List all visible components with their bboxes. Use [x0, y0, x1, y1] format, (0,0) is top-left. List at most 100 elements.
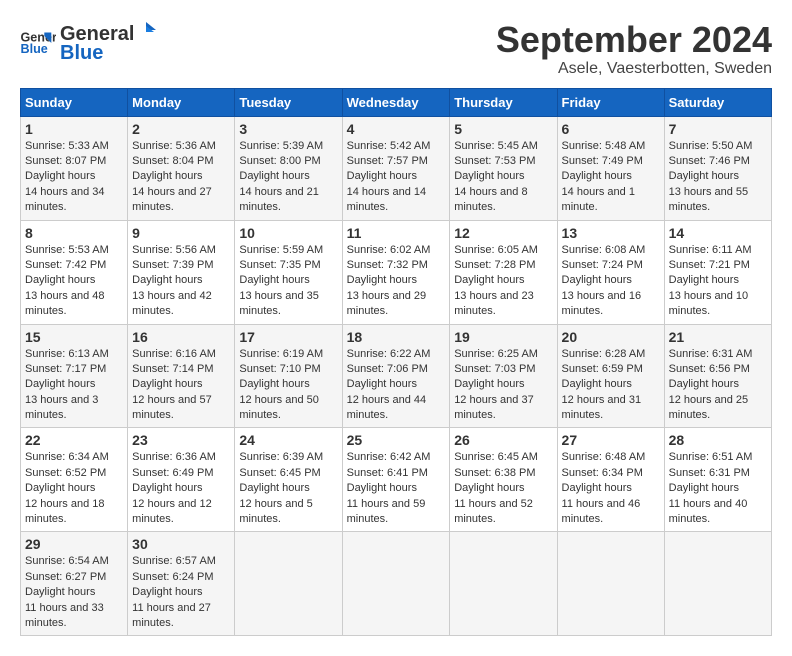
day-number: 10 [239, 225, 337, 241]
day-number: 1 [25, 121, 123, 137]
day-info: Sunrise: 5:39 AMSunset: 8:00 PMDaylight … [239, 139, 337, 216]
day-info: Sunrise: 6:05 AMSunset: 7:28 PMDaylight … [454, 243, 552, 320]
calendar-cell [664, 532, 771, 636]
day-info: Sunrise: 5:45 AMSunset: 7:53 PMDaylight … [454, 139, 552, 216]
day-info: Sunrise: 5:53 AMSunset: 7:42 PMDaylight … [25, 243, 123, 320]
day-info: Sunrise: 5:50 AMSunset: 7:46 PMDaylight … [669, 139, 767, 216]
day-info: Sunrise: 6:48 AMSunset: 6:34 PMDaylight … [562, 450, 660, 527]
calendar-cell: 14 Sunrise: 6:11 AMSunset: 7:21 PMDayligh… [664, 220, 771, 324]
calendar-cell: 24 Sunrise: 6:39 AMSunset: 6:45 PMDayligh… [235, 428, 342, 532]
day-info: Sunrise: 6:02 AMSunset: 7:32 PMDaylight … [347, 243, 446, 320]
day-info: Sunrise: 5:36 AMSunset: 8:04 PMDaylight … [132, 139, 230, 216]
day-info: Sunrise: 6:25 AMSunset: 7:03 PMDaylight … [454, 347, 552, 424]
calendar-cell: 15 Sunrise: 6:13 AMSunset: 7:17 PMDayligh… [21, 324, 128, 428]
week-row: 22Sunrise: 6:34 AMSunset: 6:52 PMDayligh… [21, 428, 772, 532]
day-info: Sunrise: 6:39 AMSunset: 6:45 PMDaylight … [239, 450, 337, 527]
day-info: Sunrise: 6:51 AMSunset: 6:31 PMDaylight … [669, 450, 767, 527]
day-number: 4 [347, 121, 446, 137]
day-info: Sunrise: 5:48 AMSunset: 7:49 PMDaylight … [562, 139, 660, 216]
day-number: 2 [132, 121, 230, 137]
calendar-cell: 3 Sunrise: 5:39 AMSunset: 8:00 PMDaylight… [235, 116, 342, 220]
day-number: 25 [347, 432, 446, 448]
logo: General Blue General Blue [20, 20, 158, 65]
day-number: 9 [132, 225, 230, 241]
calendar-cell: 8 Sunrise: 5:53 AMSunset: 7:42 PMDaylight… [21, 220, 128, 324]
day-number: 15 [25, 329, 123, 345]
day-header-monday: Monday [128, 88, 235, 116]
calendar-cell [342, 532, 450, 636]
calendar-cell: 9 Sunrise: 5:56 AMSunset: 7:39 PMDaylight… [128, 220, 235, 324]
week-row: 8 Sunrise: 5:53 AMSunset: 7:42 PMDaylight… [21, 220, 772, 324]
day-header-wednesday: Wednesday [342, 88, 450, 116]
week-row: 1 Sunrise: 5:33 AMSunset: 8:07 PMDaylight… [21, 116, 772, 220]
day-info: Sunrise: 5:59 AMSunset: 7:35 PMDaylight … [239, 243, 337, 320]
calendar-cell: 13Sunrise: 6:08 AMSunset: 7:24 PMDayligh… [557, 220, 664, 324]
day-info: Sunrise: 6:13 AMSunset: 7:17 PMDaylight … [25, 347, 123, 424]
day-info: Sunrise: 6:08 AMSunset: 7:24 PMDaylight … [562, 243, 660, 320]
day-info: Sunrise: 6:54 AMSunset: 6:27 PMDaylight … [25, 554, 123, 631]
day-number: 8 [25, 225, 123, 241]
calendar-cell: 16 Sunrise: 6:16 AMSunset: 7:14 PMDayligh… [128, 324, 235, 428]
month-title: September 2024 [496, 20, 772, 60]
title-area: September 2024 Asele, Vaesterbotten, Swe… [496, 20, 772, 78]
day-number: 14 [669, 225, 767, 241]
day-number: 11 [347, 225, 446, 241]
calendar-cell: 2 Sunrise: 5:36 AMSunset: 8:04 PMDaylight… [128, 116, 235, 220]
calendar-cell: 1 Sunrise: 5:33 AMSunset: 8:07 PMDaylight… [21, 116, 128, 220]
day-number: 16 [132, 329, 230, 345]
week-row: 15 Sunrise: 6:13 AMSunset: 7:17 PMDayligh… [21, 324, 772, 428]
day-info: Sunrise: 6:36 AMSunset: 6:49 PMDaylight … [132, 450, 230, 527]
day-number: 23 [132, 432, 230, 448]
day-info: Sunrise: 6:16 AMSunset: 7:14 PMDaylight … [132, 347, 230, 424]
day-number: 29 [25, 536, 123, 552]
calendar-cell: 26Sunrise: 6:45 AMSunset: 6:38 PMDayligh… [450, 428, 557, 532]
day-number: 3 [239, 121, 337, 137]
calendar-cell: 21Sunrise: 6:31 AMSunset: 6:56 PMDayligh… [664, 324, 771, 428]
calendar-cell: 27Sunrise: 6:48 AMSunset: 6:34 PMDayligh… [557, 428, 664, 532]
calendar-table: SundayMondayTuesdayWednesdayThursdayFrid… [20, 88, 772, 637]
day-info: Sunrise: 6:11 AMSunset: 7:21 PMDaylight … [669, 243, 767, 320]
day-header-saturday: Saturday [664, 88, 771, 116]
location-title: Asele, Vaesterbotten, Sweden [496, 60, 772, 78]
calendar-cell: 29 Sunrise: 6:54 AMSunset: 6:27 PMDayligh… [21, 532, 128, 636]
calendar-cell: 12 Sunrise: 6:05 AMSunset: 7:28 PMDayligh… [450, 220, 557, 324]
calendar-cell: 30 Sunrise: 6:57 AMSunset: 6:24 PMDayligh… [128, 532, 235, 636]
day-number: 5 [454, 121, 552, 137]
day-info: Sunrise: 6:22 AMSunset: 7:06 PMDaylight … [347, 347, 446, 424]
day-number: 17 [239, 329, 337, 345]
day-number: 18 [347, 329, 446, 345]
day-info: Sunrise: 6:28 AMSunset: 6:59 PMDaylight … [562, 347, 660, 424]
calendar-cell: 23 Sunrise: 6:36 AMSunset: 6:49 PMDayligh… [128, 428, 235, 532]
day-info: Sunrise: 5:56 AMSunset: 7:39 PMDaylight … [132, 243, 230, 320]
day-number: 28 [669, 432, 767, 448]
calendar-cell: 7 Sunrise: 5:50 AMSunset: 7:46 PMDaylight… [664, 116, 771, 220]
calendar-cell: 17 Sunrise: 6:19 AMSunset: 7:10 PMDayligh… [235, 324, 342, 428]
day-info: Sunrise: 6:57 AMSunset: 6:24 PMDaylight … [132, 554, 230, 631]
day-number: 7 [669, 121, 767, 137]
calendar-cell [235, 532, 342, 636]
day-header-thursday: Thursday [450, 88, 557, 116]
day-number: 24 [239, 432, 337, 448]
day-number: 22 [25, 432, 123, 448]
day-number: 30 [132, 536, 230, 552]
day-info: Sunrise: 6:31 AMSunset: 6:56 PMDaylight … [669, 347, 767, 424]
day-number: 6 [562, 121, 660, 137]
logo-icon: General Blue [20, 29, 56, 57]
day-info: Sunrise: 6:42 AMSunset: 6:41 PMDaylight … [347, 450, 446, 527]
day-number: 12 [454, 225, 552, 241]
svg-text:Blue: Blue [21, 41, 48, 55]
calendar-cell: 11 Sunrise: 6:02 AMSunset: 7:32 PMDayligh… [342, 220, 450, 324]
calendar-cell [450, 532, 557, 636]
day-number: 19 [454, 329, 552, 345]
week-row: 29 Sunrise: 6:54 AMSunset: 6:27 PMDayligh… [21, 532, 772, 636]
calendar-cell: 22Sunrise: 6:34 AMSunset: 6:52 PMDayligh… [21, 428, 128, 532]
day-info: Sunrise: 6:19 AMSunset: 7:10 PMDaylight … [239, 347, 337, 424]
day-header-sunday: Sunday [21, 88, 128, 116]
calendar-cell: 5 Sunrise: 5:45 AMSunset: 7:53 PMDaylight… [450, 116, 557, 220]
day-info: Sunrise: 5:33 AMSunset: 8:07 PMDaylight … [25, 139, 123, 216]
day-info: Sunrise: 5:42 AMSunset: 7:57 PMDaylight … [347, 139, 446, 216]
day-number: 26 [454, 432, 552, 448]
calendar-cell: 4 Sunrise: 5:42 AMSunset: 7:57 PMDaylight… [342, 116, 450, 220]
calendar-cell: 20Sunrise: 6:28 AMSunset: 6:59 PMDayligh… [557, 324, 664, 428]
calendar-cell: 28 Sunrise: 6:51 AMSunset: 6:31 PMDayligh… [664, 428, 771, 532]
